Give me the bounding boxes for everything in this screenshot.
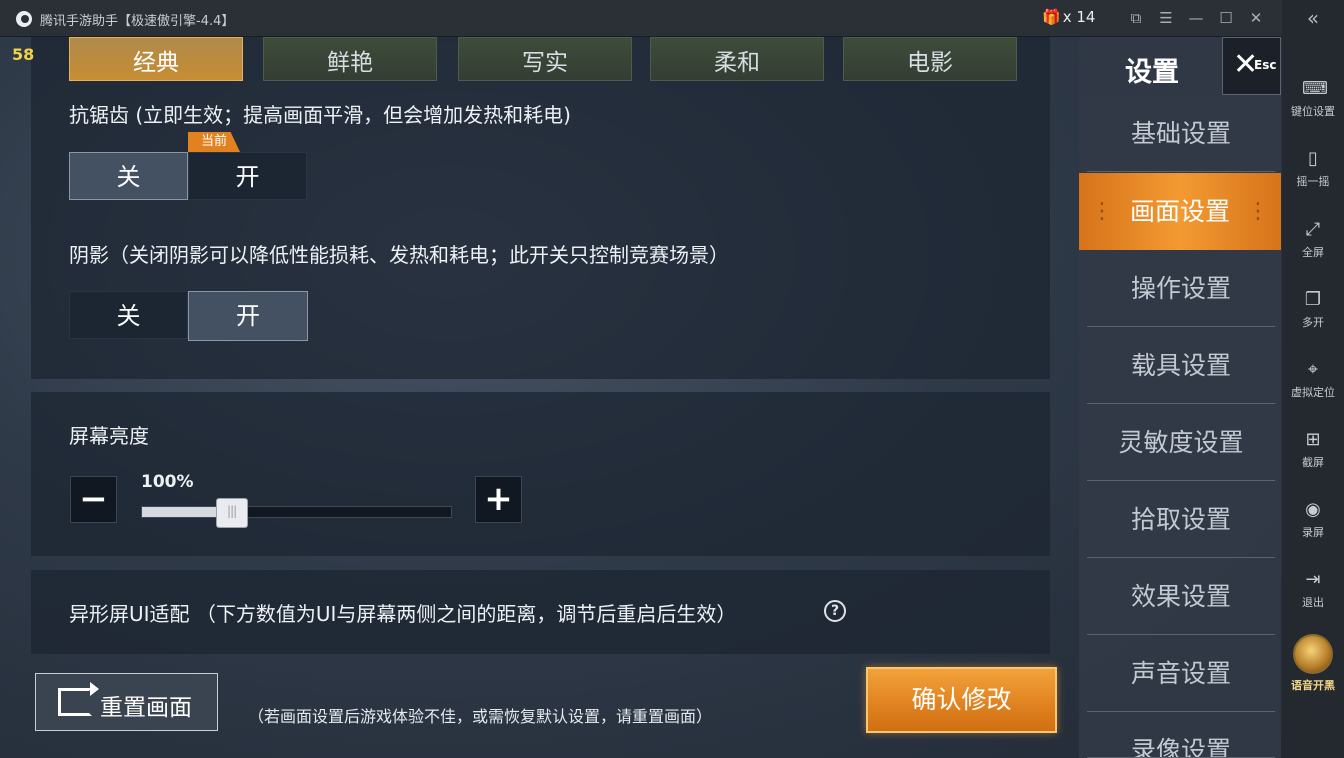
tab-cinema[interactable]: 电影 <box>843 37 1017 81</box>
menu-item-vehicle[interactable]: 载具设置 <box>1087 327 1275 404</box>
tool-keymap[interactable]: ⌨ 键位设置 <box>1282 78 1344 119</box>
tab-classic[interactable]: 经典 <box>69 37 243 81</box>
tool-keymap-label: 键位设置 <box>1291 105 1335 118</box>
popout-icon[interactable]: ⧉ <box>1126 7 1146 29</box>
tab-realistic[interactable]: 写实 <box>458 37 632 81</box>
tool-fullscreen[interactable]: ⤢ 全屏 <box>1282 219 1344 260</box>
tool-location[interactable]: ⌖ 虚拟定位 <box>1282 359 1344 400</box>
brightness-panel: 屏幕亮度 − 100% + <box>31 392 1050 556</box>
brightness-decrease-button[interactable]: − <box>70 476 117 523</box>
keyboard-icon: ⌨ <box>1302 78 1328 99</box>
settings-menu: 设置 ✕ Esc 基础设置 画面设置 操作设置 载具设置 灵敏度设置 拾取设置 … <box>1079 37 1281 758</box>
shake-icon: ▯ <box>1308 148 1318 169</box>
tool-exit[interactable]: ⇥ 退出 <box>1282 569 1344 610</box>
tool-voice-chat-label: 语音开黑 <box>1291 679 1335 692</box>
shadow-label: 阴影（关闭阴影可以降低性能损耗、发热和耗电；此开关只控制竞赛场景） <box>69 243 729 267</box>
antialias-label: 抗锯齿 (立即生效；提高画面平滑，但会增加发热和耗电) <box>69 103 571 127</box>
esc-label: Esc <box>1254 58 1277 72</box>
menu-icon[interactable]: ☰ <box>1156 7 1176 29</box>
tool-exit-label: 退出 <box>1302 596 1324 609</box>
exit-icon: ⇥ <box>1305 569 1321 590</box>
fullscreen-icon: ⤢ <box>1305 219 1321 240</box>
shadow-off-button[interactable]: 关 <box>69 291 188 339</box>
record-icon: ◉ <box>1305 499 1321 520</box>
maximize-icon[interactable]: ☐ <box>1216 7 1236 29</box>
settings-title: 设置 <box>1125 57 1179 88</box>
menu-item-sound[interactable]: 声音设置 <box>1087 635 1275 712</box>
antialias-off-button[interactable]: 关 <box>69 152 188 200</box>
esc-close-button[interactable]: ✕ Esc <box>1222 37 1281 95</box>
reset-graphics-label: 重置画面 <box>100 695 192 721</box>
brightness-increase-button[interactable]: + <box>475 476 522 523</box>
collapse-icon[interactable]: « <box>1282 6 1344 30</box>
title-bar: 腾讯手游助手【极速傲引擎-4.4】 🎁 x 14 ⧉ ☰ — ☐ ✕ <box>0 0 1282 37</box>
brightness-slider-thumb[interactable] <box>215 498 248 528</box>
screenshot-icon: ⊞ <box>1305 429 1321 450</box>
multi-instance-icon: ❐ <box>1304 289 1322 310</box>
reset-hint: （若画面设置后游戏体验不佳，或需恢复默认设置，请重置画面） <box>248 707 713 726</box>
menu-item-pickup[interactable]: 拾取设置 <box>1087 481 1275 558</box>
antialias-on-button[interactable]: 开 <box>188 152 307 200</box>
fps-counter: 58 <box>12 45 35 64</box>
tool-shake[interactable]: ▯ 摇一摇 <box>1282 148 1344 189</box>
minimize-icon[interactable]: — <box>1186 7 1206 29</box>
menu-item-replay[interactable]: 录像设置 <box>1087 712 1275 758</box>
gift-count: x 14 <box>1062 8 1096 26</box>
tab-soft[interactable]: 柔和 <box>650 37 824 81</box>
reset-icon <box>58 682 99 716</box>
close-window-icon[interactable]: ✕ <box>1246 7 1266 29</box>
app-logo-icon <box>16 11 32 27</box>
gift-counter[interactable]: 🎁 x 14 <box>1042 8 1095 26</box>
tool-location-label: 虚拟定位 <box>1291 386 1335 399</box>
window-title: 腾讯手游助手【极速傲引擎-4.4】 <box>40 14 235 29</box>
tool-fullscreen-label: 全屏 <box>1302 246 1324 259</box>
game-screen: 经典 鲜艳 写实 柔和 电影 抗锯齿 (立即生效；提高画面平滑，但会增加发热和耗… <box>0 37 1282 758</box>
reset-graphics-button[interactable]: 重置画面 <box>35 673 218 731</box>
brightness-label: 屏幕亮度 <box>69 424 149 448</box>
shadow-on-button[interactable]: 开 <box>188 291 308 341</box>
tool-screenshot[interactable]: ⊞ 截屏 <box>1282 429 1344 470</box>
current-badge: 当前 <box>188 132 240 152</box>
notch-ui-panel: 异形屏UI适配 （下方数值为UI与屏幕两侧之间的距离，调节后重启后生效） ? <box>31 570 1050 654</box>
notch-label: 异形屏UI适配 （下方数值为UI与屏幕两侧之间的距离，调节后重启后生效） <box>69 602 737 626</box>
tool-record[interactable]: ◉ 录屏 <box>1282 499 1344 540</box>
brightness-slider[interactable] <box>141 498 452 528</box>
graphics-options-panel: 经典 鲜艳 写实 柔和 电影 抗锯齿 (立即生效；提高画面平滑，但会增加发热和耗… <box>31 37 1050 379</box>
tool-multi[interactable]: ❐ 多开 <box>1282 289 1344 330</box>
voice-chat-icon <box>1293 634 1333 674</box>
tab-vivid[interactable]: 鲜艳 <box>263 37 437 81</box>
menu-item-graphics[interactable]: 画面设置 <box>1079 173 1281 250</box>
tool-shake-label: 摇一摇 <box>1296 175 1330 188</box>
menu-item-effects[interactable]: 效果设置 <box>1087 558 1275 635</box>
help-icon[interactable]: ? <box>824 600 846 622</box>
tool-voice-chat[interactable]: 语音开黑 <box>1282 634 1344 693</box>
menu-item-basic[interactable]: 基础设置 <box>1087 95 1275 172</box>
tool-multi-label: 多开 <box>1302 316 1324 329</box>
emulator-toolbar: « ⌨ 键位设置 ▯ 摇一摇 ⤢ 全屏 ❐ 多开 ⌖ 虚拟定位 ⊞ 截屏 ◉ 录… <box>1282 0 1344 758</box>
gift-icon: 🎁 <box>1042 8 1061 26</box>
menu-item-controls[interactable]: 操作设置 <box>1087 250 1275 327</box>
tool-screenshot-label: 截屏 <box>1302 456 1324 469</box>
brightness-value: 100% <box>141 472 194 492</box>
location-icon: ⌖ <box>1307 359 1319 380</box>
settings-menu-header: 设置 ✕ Esc <box>1079 37 1281 95</box>
confirm-changes-button[interactable]: 确认修改 <box>866 667 1057 733</box>
tool-record-label: 录屏 <box>1302 526 1324 539</box>
menu-item-sensitivity[interactable]: 灵敏度设置 <box>1087 404 1275 481</box>
